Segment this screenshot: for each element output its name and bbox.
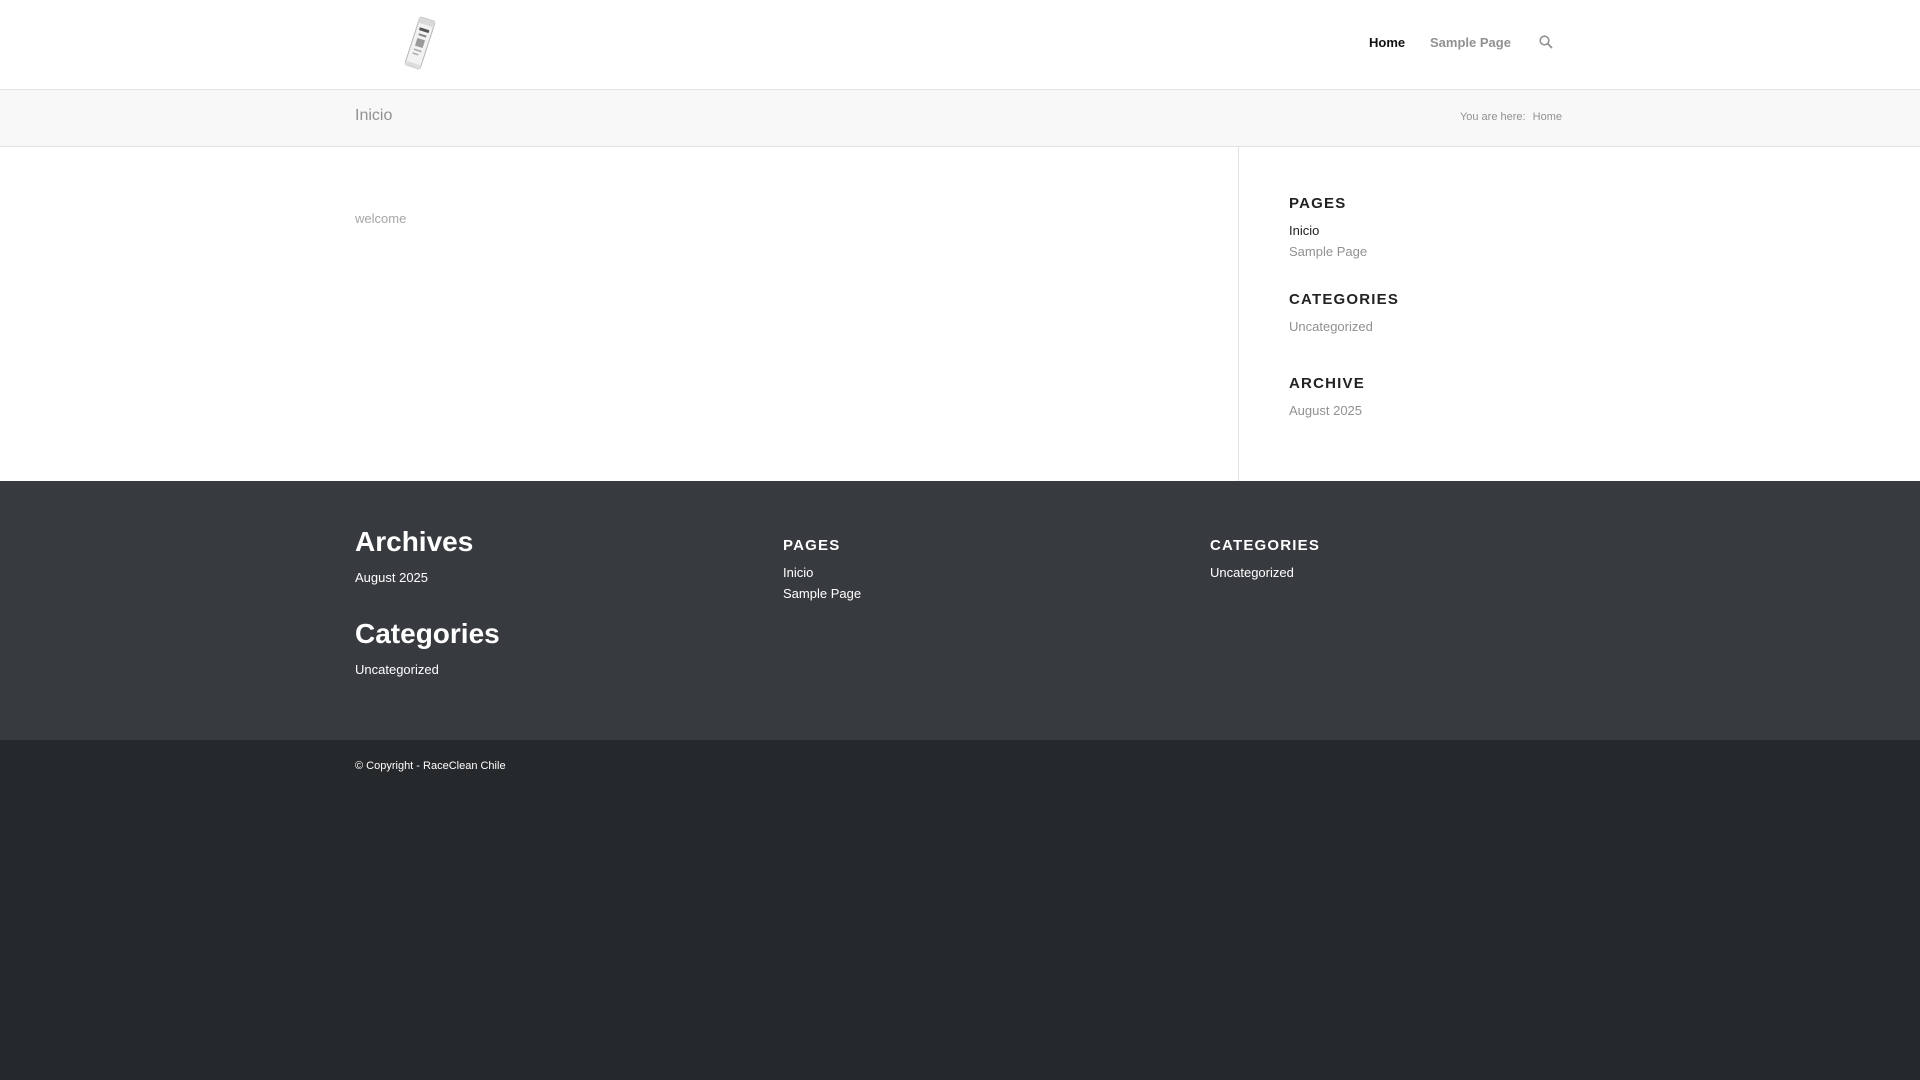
sidebar-link-inicio[interactable]: Inicio xyxy=(1289,223,1319,238)
footer-widgets: Archives August 2025 Categories Uncatego… xyxy=(0,481,1920,740)
breadcrumb-home-link[interactable]: Home xyxy=(1533,111,1562,123)
footer-link-august-2025[interactable]: August 2025 xyxy=(355,570,428,585)
nav-home[interactable]: Home xyxy=(1369,35,1405,50)
breadcrumb-prefix: You are here: xyxy=(1459,111,1526,123)
footer-categories-col-heading: CATEGORIES xyxy=(1210,537,1321,554)
content-text: welcome xyxy=(355,211,407,226)
main-content: welcome PAGES Inicio Sample Page CATEGOR… xyxy=(0,147,1920,481)
sidebar-pages-heading: PAGES xyxy=(1289,195,1347,212)
title-bar: Inicio You are here: Home xyxy=(0,90,1920,147)
search-icon[interactable] xyxy=(1538,34,1554,50)
breadcrumb: You are here: Home xyxy=(1460,111,1562,123)
sidebar-link-sample-page[interactable]: Sample Page xyxy=(1289,244,1367,259)
sidebar-archive-heading: ARCHIVE xyxy=(1289,375,1365,392)
sidebar-link-august-2025[interactable]: August 2025 xyxy=(1289,403,1362,418)
footer-link-inicio[interactable]: Inicio xyxy=(783,565,813,580)
footer-categories-heading: Categories xyxy=(355,618,500,649)
page-title[interactable]: Inicio xyxy=(355,107,392,125)
footer-link-uncategorized[interactable]: Uncategorized xyxy=(355,662,439,677)
footer-pages-heading: PAGES xyxy=(783,537,841,554)
copyright-text: © Copyright - RaceClean Chile xyxy=(355,760,506,772)
nav-sample-page[interactable]: Sample Page xyxy=(1430,35,1511,50)
footer-socket: © Copyright - RaceClean Chile xyxy=(0,740,1920,1080)
footer-archives-heading: Archives xyxy=(355,526,474,557)
sidebar-divider xyxy=(1238,147,1239,481)
main-nav: Home Sample Page xyxy=(355,0,1565,89)
sidebar-link-uncategorized[interactable]: Uncategorized xyxy=(1289,319,1373,334)
sidebar-categories-heading: CATEGORIES xyxy=(1289,291,1400,308)
footer-col3-link-uncategorized[interactable]: Uncategorized xyxy=(1210,565,1294,580)
footer-link-sample-page[interactable]: Sample Page xyxy=(783,586,861,601)
site-header: Home Sample Page xyxy=(0,0,1920,90)
